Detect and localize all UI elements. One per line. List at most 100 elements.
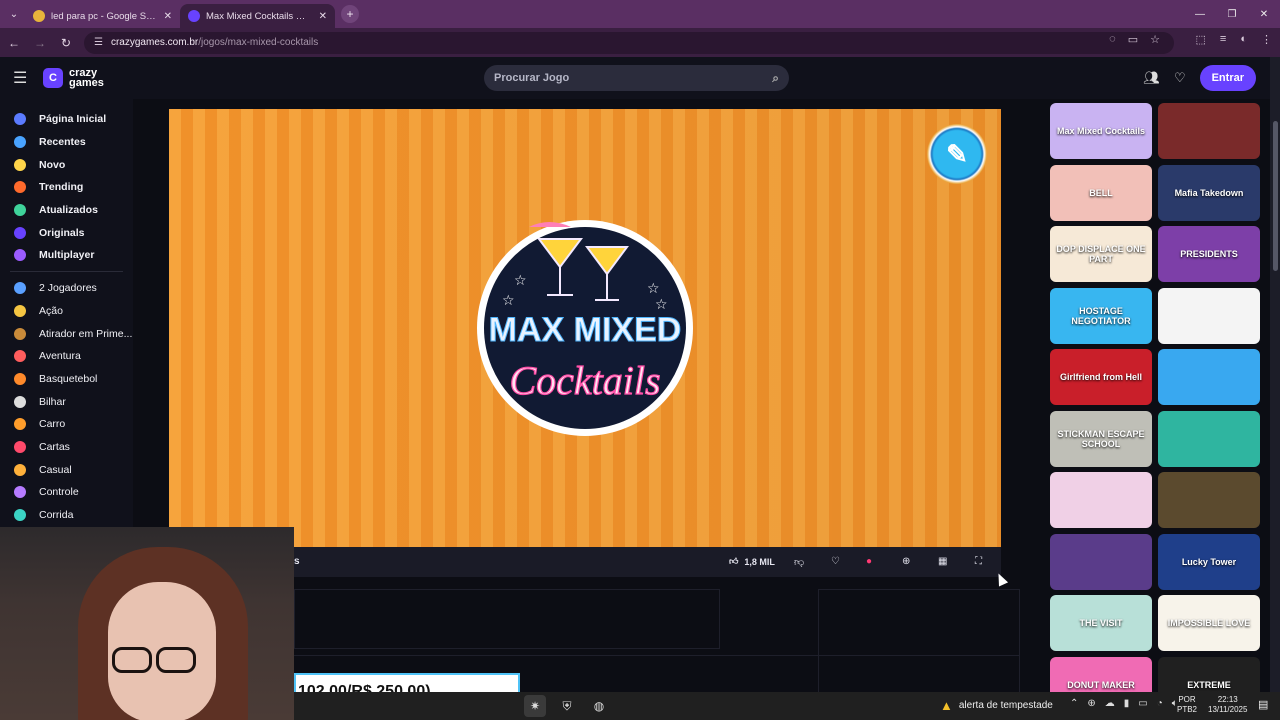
game-thumbnail[interactable] [1158, 472, 1260, 528]
sword-icon [14, 304, 26, 317]
back-arrow-icon[interactable]: ← [2, 31, 26, 55]
sidebar-item-a-o[interactable]: Ação [0, 300, 133, 323]
like-count: 1,8 MIL [744, 556, 775, 567]
url-field[interactable]: ☰ crazygames.com.br/jogos/max-mixed-cock… [84, 31, 1174, 54]
game-thumbnail[interactable]: STICKMAN ESCAPE SCHOOL [1050, 410, 1152, 467]
game-thumbnail[interactable]: BELL [1050, 164, 1152, 221]
eye-off-icon[interactable]: ◌ [1109, 33, 1116, 46]
header-actions: 👥︎ ♡ Entrar [1143, 65, 1256, 91]
sidebar-item-corrida[interactable]: Corrida [0, 504, 133, 527]
google-shopping-favicon-icon [33, 10, 45, 22]
sidebar-item-multiplayer[interactable]: Multiplayer [0, 244, 133, 267]
fullscreen-button[interactable]: ⛶ [975, 556, 982, 567]
sidebar-item-carro[interactable]: Carro [0, 413, 133, 436]
install-app-icon[interactable]: ▭ [1128, 33, 1138, 46]
game-thumbnail[interactable]: Max Mixed Cocktails [1050, 103, 1152, 159]
taskbar-app-circle-icon[interactable]: ◍ [588, 695, 610, 717]
scrollbar-thumb[interactable] [1273, 121, 1278, 271]
sidebar-item-controle[interactable]: Controle [0, 481, 133, 504]
sidebar-item-2-jogadores[interactable]: 2 Jogadores [0, 277, 133, 300]
tab-close-icon[interactable]: ✕ [319, 11, 327, 22]
report-button[interactable]: ⊕ [902, 556, 910, 567]
game-thumbnail[interactable]: HOSTAGE NEGOTIATOR [1050, 287, 1152, 344]
network-icon[interactable]: ▭ [1138, 698, 1147, 709]
game-thumbnail[interactable] [1158, 349, 1260, 405]
game-thumbnail[interactable]: PRESIDENTS [1158, 226, 1260, 282]
reload-icon[interactable]: ↻ [54, 31, 78, 55]
collection-button[interactable]: ● [866, 556, 872, 567]
game-thumbnail[interactable]: Mafia Takedown [1158, 164, 1260, 221]
hamburger-menu-icon[interactable]: ☰ [13, 68, 31, 88]
forward-arrow-icon[interactable]: → [28, 31, 52, 55]
search-input[interactable]: Procurar Jogo ⌕ [484, 65, 789, 91]
tray-app-icon[interactable]: ⊕ [1087, 698, 1095, 709]
sidebar-item-recentes[interactable]: Recentes [0, 131, 133, 154]
search-icon[interactable]: ⌕ [772, 71, 779, 86]
taskbar-app-octopus-icon[interactable]: ✷ [524, 695, 546, 717]
close-window-button[interactable]: ✕ [1248, 0, 1280, 28]
grid-icon: ▦ [938, 556, 948, 567]
sidebar-item-label: Novo [39, 158, 66, 171]
game-thumbnail[interactable] [1050, 472, 1152, 528]
game-thumbnail[interactable]: DOP DISPLACE ONE PART [1050, 226, 1152, 282]
site-info-icon[interactable]: ☰ [94, 37, 103, 48]
new-tab-button[interactable]: + [341, 5, 359, 23]
page-scrollbar[interactable] [1270, 57, 1280, 699]
tab-search-chevron-icon[interactable]: ⌄ [3, 3, 25, 25]
sidebar-item-p-gina-inicial[interactable]: Página Inicial [0, 108, 133, 131]
url-actions: ◌ ▭ ☆ [1109, 33, 1160, 46]
game-thumbnail[interactable] [1158, 287, 1260, 344]
sidebar-item-bilhar[interactable]: Bilhar [0, 390, 133, 413]
restore-button[interactable]: ❐ [1216, 0, 1248, 28]
bookmark-star-icon[interactable]: ☆ [1150, 33, 1160, 46]
tab-max-mixed-cocktails[interactable]: Max Mixed Cocktails 🕹️ Jogue ✕ [180, 4, 335, 28]
browser-menu-icon[interactable]: ⋮ [1261, 33, 1272, 46]
weather-widget[interactable]: ▲ alerta de tempestade [940, 698, 1053, 713]
sidebar-item-label: Página Inicial [39, 113, 107, 126]
embed-button[interactable]: ▦ [938, 556, 947, 567]
game-thumbnail[interactable] [1158, 410, 1260, 467]
crazygames-logo[interactable]: C crazy games [43, 68, 104, 89]
notification-icon[interactable]: ▤ [1258, 698, 1268, 711]
sidebar-item-atualizados[interactable]: Atualizados [0, 199, 133, 222]
game-thumbnail[interactable] [1050, 533, 1152, 590]
tab-google-shopping[interactable]: led para pc - Google Shopping ✕ [25, 4, 180, 28]
friends-icon[interactable]: 👥︎ [1143, 70, 1160, 86]
minimize-button[interactable]: — [1184, 0, 1216, 28]
sidebar-item-novo[interactable]: Novo [0, 153, 133, 176]
heart-icon[interactable]: ♡ [1174, 70, 1186, 86]
sidebar-item-casual[interactable]: Casual [0, 458, 133, 481]
game-thumbnail-label: Max Mixed Cocktails [1056, 126, 1146, 136]
sidebar-item-originals[interactable]: Originals [0, 221, 133, 244]
game-thumbnail[interactable]: Lucky Tower [1158, 533, 1260, 590]
favorite-button[interactable]: ♡ [831, 556, 840, 567]
sidebar-item-basquetebol[interactable]: Basquetebol [0, 368, 133, 391]
game-thumbnail[interactable]: Girlfriend from Hell [1050, 349, 1152, 405]
extensions-icon[interactable]: ⬚ [1196, 33, 1206, 46]
game-skill-badge-icon: ✎ [927, 124, 987, 184]
tab-close-icon[interactable]: ✕ [164, 11, 172, 22]
profile-avatar-icon[interactable]: ◐ [1240, 33, 1247, 46]
game-canvas[interactable]: ☆ ☆ ☆ ☆ MAX MIXED Cocktails [169, 109, 1001, 547]
language-indicator[interactable]: POR PTB2 [1177, 695, 1197, 715]
sidebar-item-trending[interactable]: Trending [0, 176, 133, 199]
tray-chevron-icon[interactable]: ⌃ [1070, 698, 1078, 709]
webcam-overlay [0, 527, 294, 720]
taskbar-app-shield-icon[interactable]: ⛨ [556, 695, 578, 717]
glasses-right-lens [156, 647, 196, 673]
svg-text:☆: ☆ [647, 281, 660, 297]
like-button[interactable]: 👍︎ 1,8 MIL [729, 556, 775, 567]
game-thumbnail[interactable]: THE VISIT [1050, 595, 1152, 651]
game-thumbnail[interactable] [1158, 103, 1260, 159]
sidebar-item-atirador-em-prime[interactable]: Atirador em Prime... [0, 322, 133, 345]
game-thumbnail[interactable]: IMPOSSIBLE LOVE [1158, 595, 1260, 651]
sidebar-item-aventura[interactable]: Aventura [0, 345, 133, 368]
media-icon[interactable]: ≡ [1220, 33, 1226, 46]
wifi-icon[interactable]: ◔ [1157, 698, 1163, 709]
battery-icon[interactable]: ▮ [1124, 698, 1130, 709]
dislike-button[interactable]: 👎︎ [794, 556, 804, 568]
cloud-icon[interactable]: ☁ [1105, 698, 1115, 709]
clock[interactable]: 22:13 13/11/2025 [1208, 695, 1247, 715]
login-button[interactable]: Entrar [1199, 65, 1256, 91]
sidebar-item-cartas[interactable]: Cartas [0, 436, 133, 459]
